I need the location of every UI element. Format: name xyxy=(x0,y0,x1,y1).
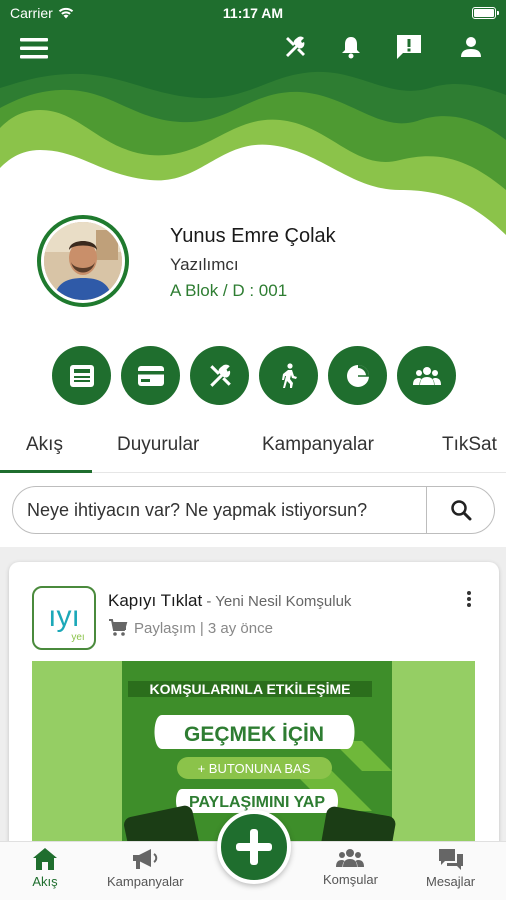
person-icon[interactable] xyxy=(456,32,486,62)
clock: 11:17 AM xyxy=(222,5,284,21)
profile-name: Yunus Emre Çolak xyxy=(170,225,336,247)
nav-feed[interactable]: Akış xyxy=(32,847,58,889)
quick-actions xyxy=(52,346,456,405)
tab-bar: Akış Duyurular Kampanyalar TıkSat xyxy=(0,420,506,473)
walk-icon xyxy=(281,362,297,388)
battery-icon xyxy=(472,7,499,19)
tab-campaigns[interactable]: Kampanyalar xyxy=(262,434,374,456)
post-title[interactable]: Kapıyı Tıklat - Yeni Nesil Komşuluk xyxy=(108,591,351,611)
avatar-photo xyxy=(44,222,122,300)
nav-feed-label: Akış xyxy=(32,874,58,889)
banner-line-3: + BUTONUNA BAS xyxy=(198,761,311,776)
post-author-logo[interactable]: ıyı yeı xyxy=(32,586,96,650)
add-post-button[interactable] xyxy=(217,810,291,884)
bell-icon[interactable] xyxy=(336,32,366,62)
newspaper-button[interactable] xyxy=(52,346,111,405)
post-author-subtitle: - Yeni Nesil Komşuluk xyxy=(202,593,352,610)
tab-tiksat[interactable]: TıkSat xyxy=(442,434,497,456)
nav-campaigns-label: Kampanyalar xyxy=(107,874,184,889)
search-input[interactable] xyxy=(13,487,426,533)
logo-subtext: yeı xyxy=(71,632,84,643)
nav-messages-label: Mesajlar xyxy=(426,874,476,889)
banner-line-2: GEÇMEK İÇİN xyxy=(184,723,324,746)
card-icon xyxy=(137,365,164,386)
plus-icon xyxy=(236,829,272,865)
megaphone-icon xyxy=(133,849,158,869)
group-icon xyxy=(412,366,441,385)
tab-active-indicator xyxy=(0,470,92,473)
logo-text: ıyı xyxy=(48,600,80,633)
top-app-bar xyxy=(0,28,506,68)
tab-feed[interactable]: Akış xyxy=(26,434,63,456)
tab-announcements[interactable]: Duyurular xyxy=(117,434,199,456)
home-icon xyxy=(33,848,57,870)
search-button[interactable] xyxy=(427,487,495,533)
avatar[interactable] xyxy=(37,215,129,307)
profile-role: Yazılımcı xyxy=(170,255,239,274)
profile-apartment: A Blok / D : 001 xyxy=(170,281,288,300)
pie-chart-button[interactable] xyxy=(328,346,387,405)
card-button[interactable] xyxy=(121,346,180,405)
tools-icon xyxy=(209,364,231,387)
banner-line-1: KOMŞULARINLA ETKİLEŞİME xyxy=(150,681,351,697)
feedback-icon[interactable] xyxy=(393,31,425,63)
nav-campaigns[interactable]: Kampanyalar xyxy=(107,847,184,889)
search-bar xyxy=(12,486,495,534)
nav-neighbors-label: Komşular xyxy=(323,872,378,887)
group-button[interactable] xyxy=(397,346,456,405)
pie-chart-icon xyxy=(346,364,369,387)
menu-icon[interactable] xyxy=(18,34,50,62)
chat-icon xyxy=(438,849,463,870)
newspaper-icon xyxy=(69,364,94,387)
walk-button[interactable] xyxy=(259,346,318,405)
tools-icon[interactable] xyxy=(280,32,310,62)
more-options-icon[interactable] xyxy=(459,588,479,610)
banner-line-4: PAYLAŞIMINI YAP xyxy=(189,794,325,811)
tools-button[interactable] xyxy=(190,346,249,405)
search-icon xyxy=(451,500,472,521)
status-bar: Carrier 11:17 AM xyxy=(0,0,506,28)
post-meta-text: Paylaşım | 3 ay önce xyxy=(134,619,273,637)
post-meta: Paylaşım | 3 ay önce xyxy=(108,619,273,637)
profile-section: Yunus Emre Çolak Yazılımcı A Blok / D : … xyxy=(0,215,506,315)
group-icon xyxy=(336,849,365,867)
post-author-name: Kapıyı Tıklat xyxy=(108,591,203,610)
cart-icon xyxy=(109,619,128,636)
nav-messages[interactable]: Mesajlar xyxy=(426,847,475,889)
nav-neighbors[interactable]: Komşular xyxy=(323,847,378,887)
